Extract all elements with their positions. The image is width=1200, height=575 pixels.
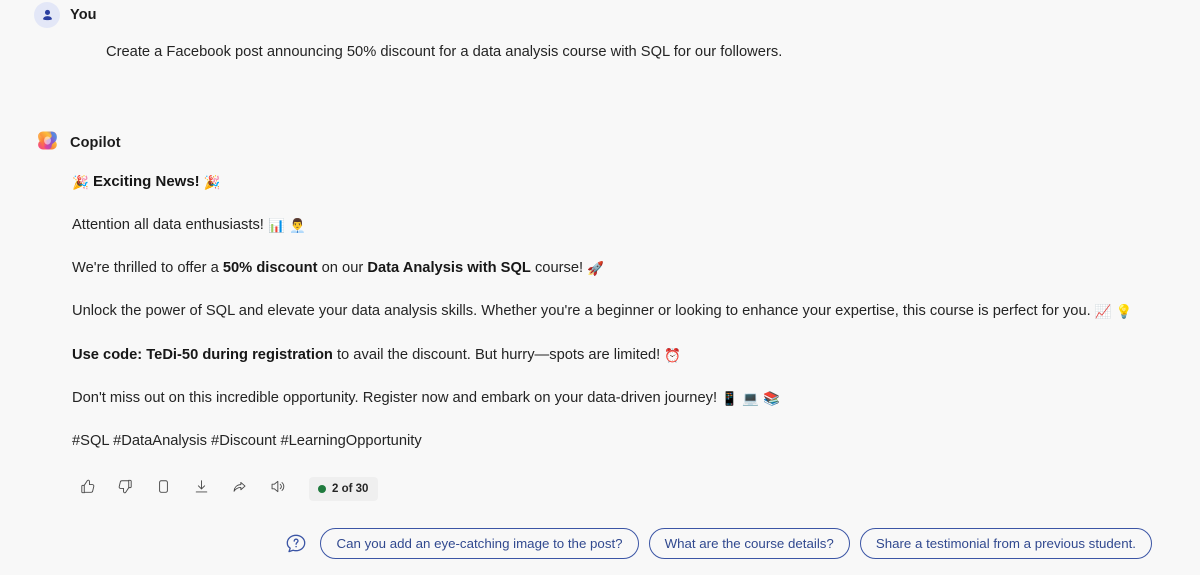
user-message: You Create a Facebook post announcing 50… [34, 2, 1174, 63]
message-action-toolbar: 2 of 30 [72, 474, 379, 504]
discount-highlight: 50% discount [222, 260, 318, 277]
paragraph-text: to avail the discount. But hurry—spots a… [332, 346, 665, 363]
person-icon [40, 8, 55, 23]
paragraph-text: We're thrilled to offer a [72, 260, 223, 277]
question-bubble-icon [284, 532, 308, 556]
dislike-button[interactable] [110, 474, 140, 504]
like-button[interactable] [72, 474, 102, 504]
user-message-header: You [34, 2, 1174, 28]
rocket-icon: 🚀 [587, 261, 604, 278]
party-popper-icon: 🎉 [72, 175, 89, 191]
paragraph-text: course! [530, 260, 588, 277]
speaker-icon [269, 478, 286, 500]
user-author-name: You [70, 7, 97, 23]
course-name-highlight: Data Analysis with SQL [367, 260, 531, 277]
thumbs-up-icon [79, 478, 96, 500]
paragraph-text: Attention all data enthusiasts! [72, 216, 264, 233]
read-aloud-button[interactable] [262, 474, 292, 504]
response-counter-badge[interactable]: 2 of 30 [309, 477, 379, 501]
download-icon [193, 478, 210, 500]
chat-page: You Create a Facebook post announcing 50… [0, 0, 1200, 575]
bar-chart-person-icon: 📊 👨‍💼 [267, 217, 306, 234]
thumbs-down-icon [117, 478, 134, 500]
paragraph-text: on our [317, 260, 368, 277]
suggested-prompt-chip[interactable]: Share a testimonial from a previous stud… [859, 528, 1152, 559]
assistant-author-name: Copilot [70, 135, 121, 151]
copilot-logo-icon [35, 128, 60, 158]
post-heading: 🎉 Exciting News! 🎉 [72, 171, 1184, 193]
user-message-text: Create a Facebook post announcing 50% di… [106, 44, 783, 60]
post-hashtags: #SQL #DataAnalysis #Discount #LearningOp… [72, 433, 422, 450]
response-counter-label: 2 of 30 [332, 483, 369, 495]
suggested-prompt-chip[interactable]: What are the course details? [648, 528, 850, 559]
download-button[interactable] [186, 474, 216, 504]
paragraph-text: Unlock the power of SQL and elevate your… [72, 303, 1095, 320]
alarm-clock-icon: ⏰ [664, 347, 682, 364]
devices-books-icon: 📱 💻 📚 [721, 391, 781, 407]
share-icon [231, 478, 248, 500]
suggested-prompts: Can you add an eye-catching image to the… [284, 528, 1152, 559]
assistant-message: Copilot 🎉 Exciting News! 🎉 Attention all… [34, 130, 1184, 453]
share-button[interactable] [224, 474, 254, 504]
assistant-message-body: 🎉 Exciting News! 🎉 Attention all data en… [34, 171, 1184, 453]
status-dot-icon [318, 485, 326, 493]
avatar [34, 130, 60, 156]
post-paragraph-attention: Attention all data enthusiasts! 📊 👨‍💼 [72, 215, 1184, 236]
post-paragraph-cta: Don't miss out on this incredible opport… [72, 388, 1184, 409]
chart-increasing-bulb-icon: 📈 💡 [1094, 304, 1133, 321]
post-heading-text: Exciting News! [92, 173, 200, 190]
assistant-message-header: Copilot [34, 130, 1184, 156]
user-message-body: Create a Facebook post announcing 50% di… [34, 42, 1174, 63]
post-paragraph-discount: We're thrilled to offer a 50% discount o… [72, 258, 1184, 279]
avatar [34, 2, 60, 28]
suggested-prompt-chip[interactable]: Can you add an eye-catching image to the… [320, 528, 639, 559]
promo-code-highlight: Use code: TeDi-50 during registration [72, 346, 333, 363]
paragraph-text: Don't miss out on this incredible opport… [72, 390, 722, 406]
copy-button[interactable] [148, 474, 178, 504]
post-paragraph-unlock: Unlock the power of SQL and elevate your… [72, 301, 1184, 322]
party-popper-icon: 🎉 [203, 175, 221, 191]
post-paragraph-promocode: Use code: TeDi-50 during registration to… [72, 345, 1184, 366]
copy-icon [155, 478, 172, 500]
